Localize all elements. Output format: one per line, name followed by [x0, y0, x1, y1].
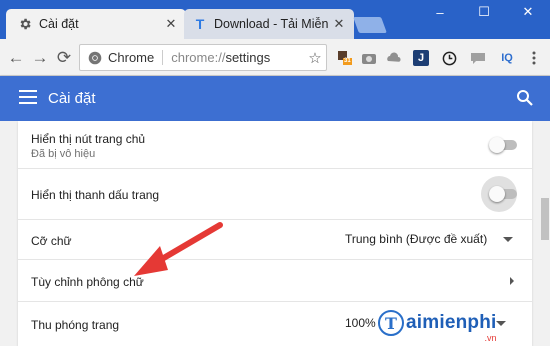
browser-toolbar: ← → ⟳ Chrome chrome://settings ☆ 31 J IQ: [0, 39, 550, 76]
chat-icon[interactable]: [470, 50, 486, 66]
chevron-right-icon: [510, 277, 514, 285]
iq-extension-icon[interactable]: IQ: [497, 50, 517, 66]
scrollbar-thumb[interactable]: [541, 198, 549, 240]
address-bar[interactable]: Chrome chrome://settings ☆: [79, 44, 327, 71]
page-title: Cài đặt: [48, 90, 96, 107]
back-button[interactable]: ←: [6, 48, 26, 68]
j-extension-icon[interactable]: J: [413, 50, 429, 66]
extension-badge-count: 31: [344, 58, 351, 64]
setting-row-font-size[interactable]: Cỡ chữ Trung bình (Được đề xuất): [18, 220, 532, 260]
url-scheme: chrome://: [171, 50, 226, 65]
select-value: 100%: [345, 316, 376, 330]
setting-row-home-button[interactable]: Hiển thị nút trang chủ Đã bị vô hiệu: [18, 121, 532, 169]
select-value: Trung bình (Được đề xuất): [345, 232, 488, 246]
camera-icon[interactable]: [361, 50, 377, 66]
scrollbar[interactable]: [540, 121, 550, 346]
forward-button[interactable]: →: [30, 48, 50, 68]
tab-title: Cài đặt: [39, 17, 79, 31]
clock-icon[interactable]: [441, 50, 457, 66]
window-controls: – ☐ ✕: [418, 0, 550, 24]
reload-button[interactable]: ⟳: [54, 48, 74, 68]
setting-title: Cỡ chữ: [31, 234, 72, 248]
bookmark-star-icon[interactable]: ☆: [304, 49, 326, 67]
setting-subtitle: Đã bị vô hiệu: [31, 148, 96, 160]
setting-row-bookmarks-bar[interactable]: Hiển thị thanh dấu trang: [18, 169, 532, 220]
tab-settings[interactable]: Cài đặt ✕: [6, 9, 186, 39]
close-icon[interactable]: ✕: [330, 15, 348, 33]
setting-title: Thu phóng trang: [31, 318, 120, 332]
tab-download[interactable]: T Download - Tải Miễn Phí ✕: [184, 9, 354, 39]
settings-header: Cài đặt: [0, 76, 550, 121]
bookmarks-bar-toggle[interactable]: [489, 186, 517, 202]
dropdown-caret-icon: [495, 320, 506, 326]
hamburger-menu-icon[interactable]: [19, 90, 37, 106]
omnibox-url[interactable]: chrome://settings: [163, 50, 304, 65]
chrome-logo-icon: [84, 51, 106, 65]
setting-title: Tùy chỉnh phông chữ: [31, 275, 144, 289]
taimienphi-logo-icon: T: [378, 310, 404, 336]
close-window-button[interactable]: ✕: [506, 0, 550, 24]
more-vert-icon[interactable]: [526, 50, 542, 66]
setting-title: Hiển thị thanh dấu trang: [31, 188, 160, 202]
watermark-text: aimienphi: [406, 312, 497, 333]
taimienphi-watermark: T aimienphi .vn: [378, 310, 497, 343]
setting-row-customize-fonts[interactable]: Tùy chỉnh phông chữ: [18, 260, 532, 302]
omnibox-chrome-label: Chrome: [106, 50, 164, 65]
home-button-toggle[interactable]: [489, 137, 517, 153]
maximize-button[interactable]: ☐: [462, 0, 506, 24]
watermark-suffix: .vn: [484, 333, 497, 343]
extension-badge-icon[interactable]: 31: [336, 50, 352, 66]
font-size-select[interactable]: Trung bình (Được đề xuất): [345, 232, 514, 246]
t-logo-icon: T: [195, 16, 205, 32]
dropdown-caret-icon: [503, 236, 514, 242]
url-path: settings: [225, 50, 271, 65]
new-tab-button[interactable]: [353, 17, 387, 33]
setting-title: Hiển thị nút trang chủ: [31, 132, 146, 146]
close-icon[interactable]: ✕: [162, 15, 180, 33]
tab-title: Download - Tải Miễn Phí: [214, 17, 330, 31]
minimize-button[interactable]: –: [418, 0, 462, 24]
search-icon[interactable]: [516, 89, 534, 107]
gear-icon: [17, 16, 33, 32]
tab-strip: Cài đặt ✕ T Download - Tải Miễn Phí ✕ – …: [0, 0, 550, 39]
cloud-icon[interactable]: [386, 50, 402, 66]
